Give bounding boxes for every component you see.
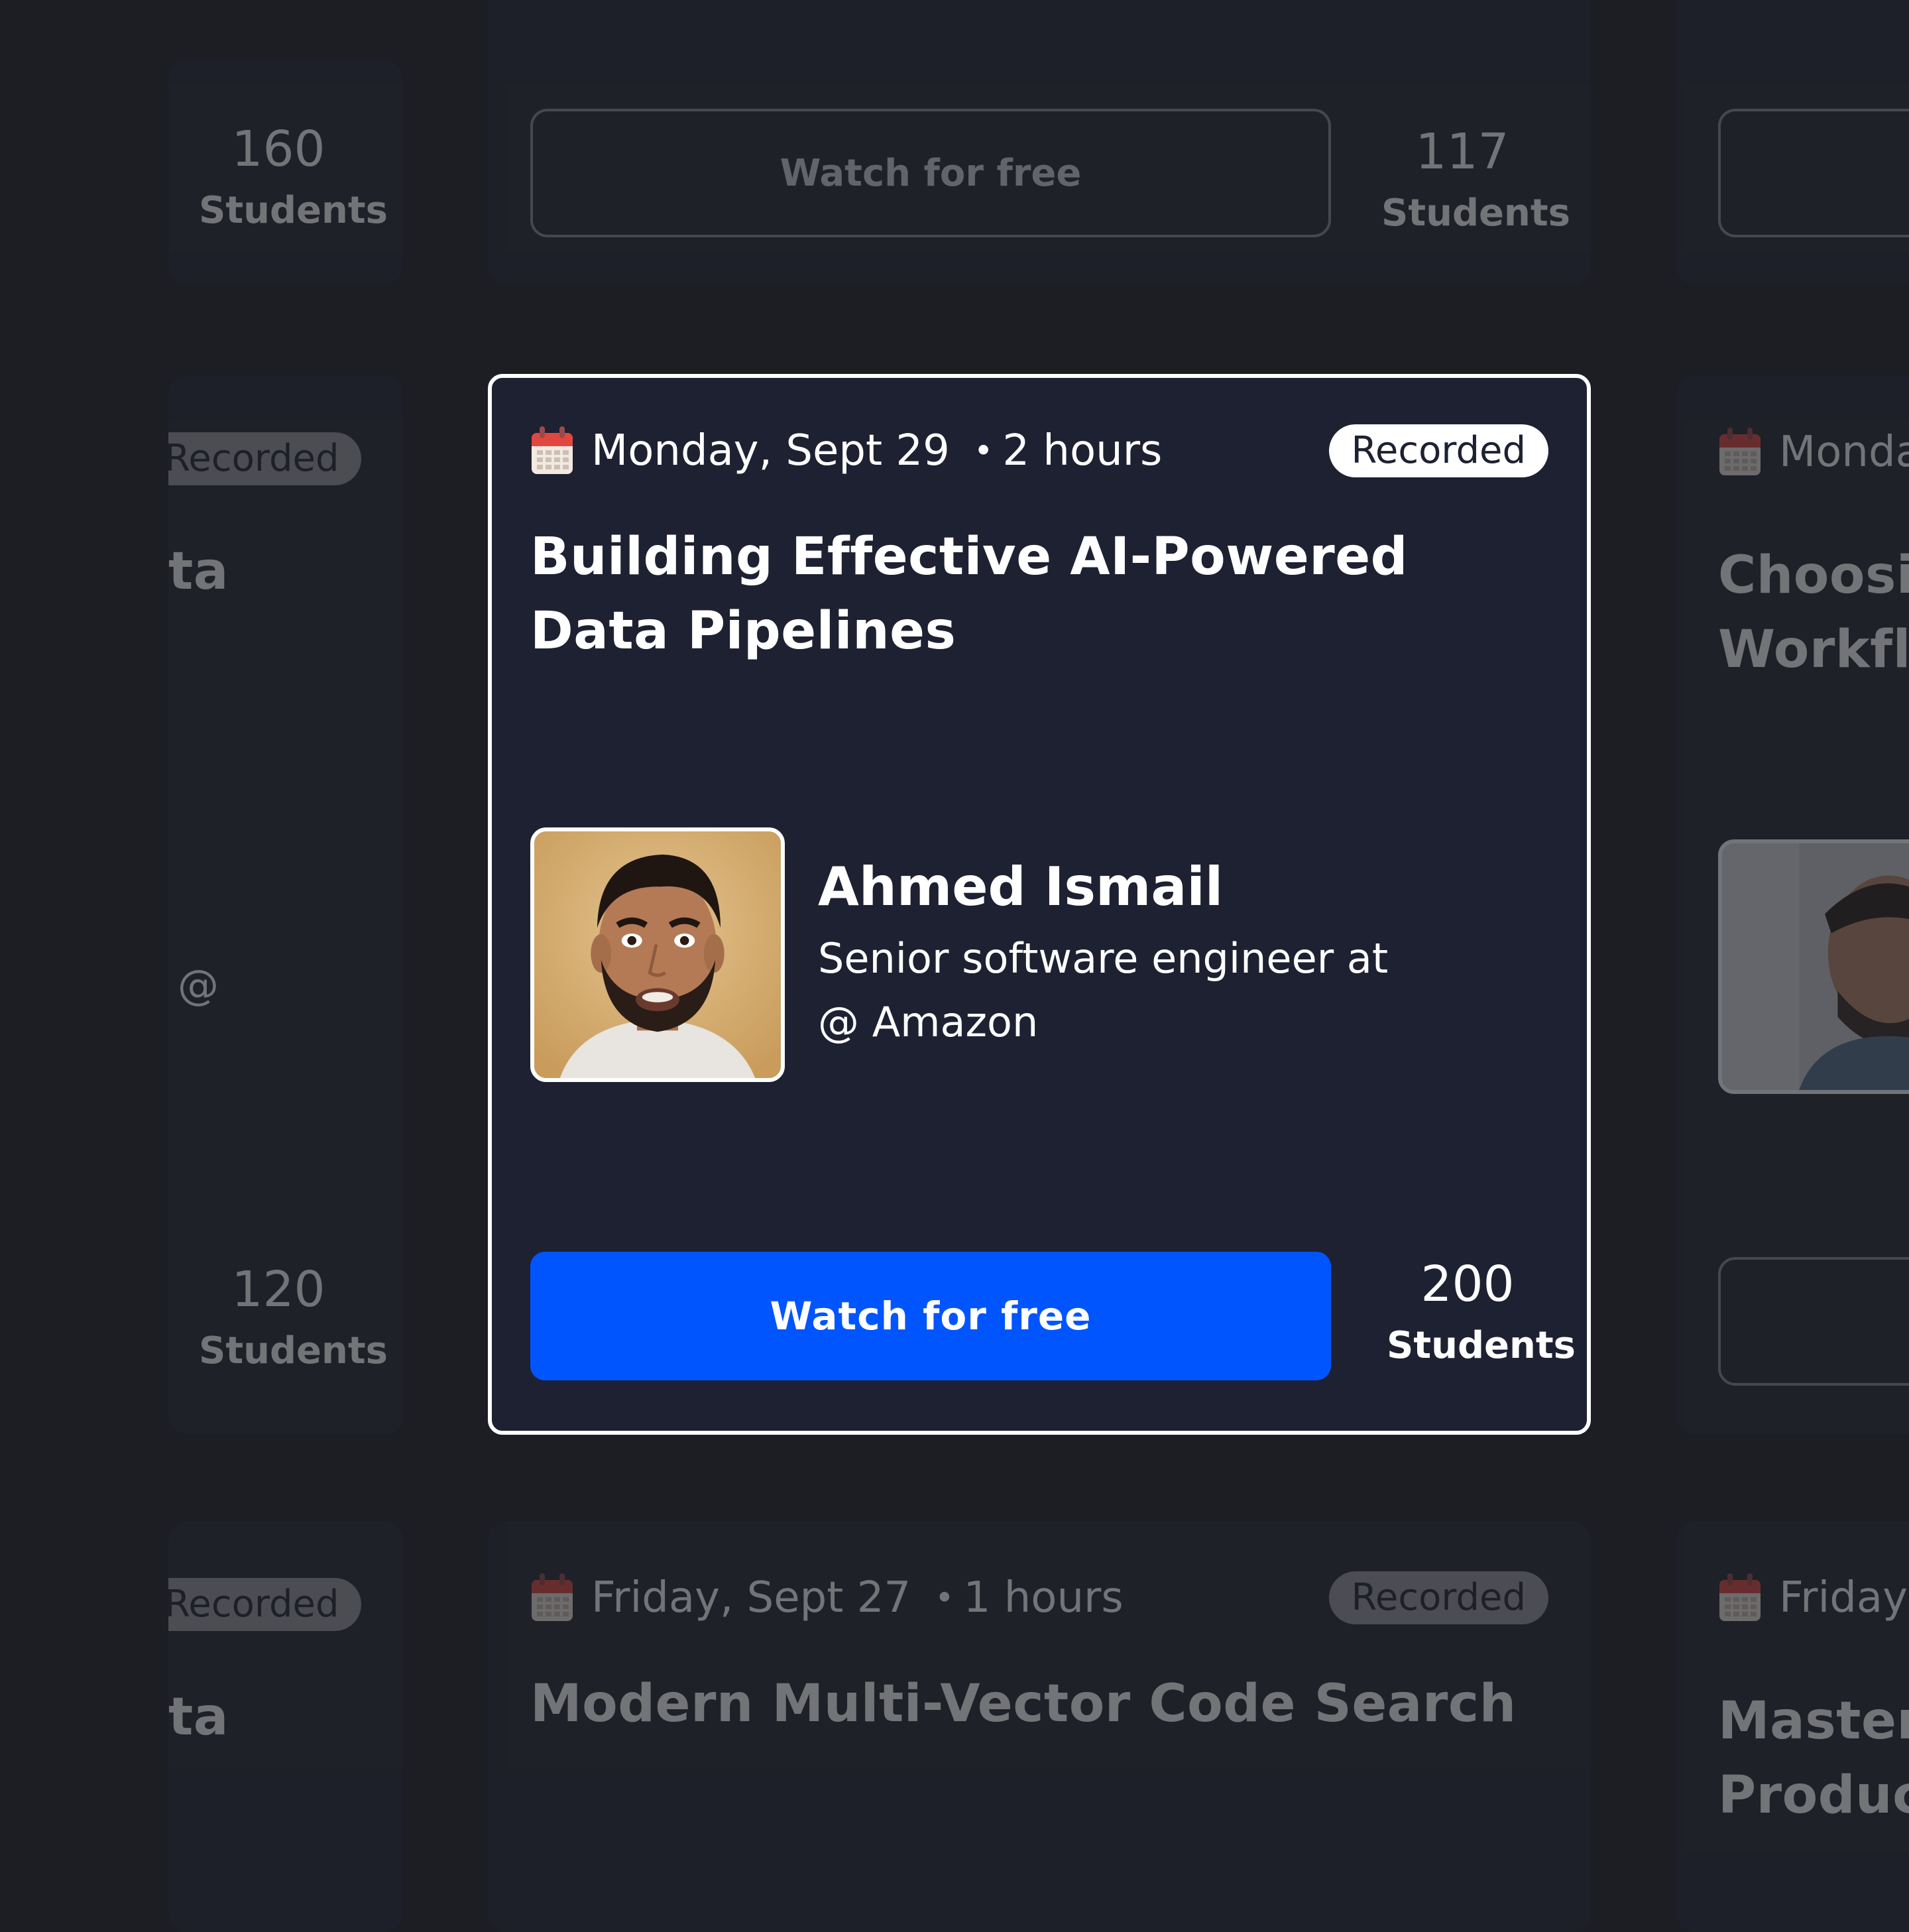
course-title: Modern Multi-Vector Code Search — [530, 1674, 1517, 1734]
session-date: Friday, Sept 27 — [591, 1573, 911, 1622]
students-label: Students — [1387, 1324, 1576, 1367]
calendar-icon — [1718, 428, 1762, 477]
course-title-line-1: Master — [1718, 1691, 1909, 1751]
students-count: 160 — [231, 121, 325, 178]
session-duration: 1 hours — [963, 1573, 1124, 1622]
course-title-line-2: Product — [1718, 1766, 1909, 1825]
speaker-block: Ahmed Ismail Senior software engineer at… — [530, 827, 1548, 1082]
course-title-fragment: ta — [168, 1687, 229, 1747]
course-card-bottom-center[interactable]: Friday, Sept 27 • 1 hours Recorded Moder… — [488, 1521, 1591, 1932]
course-card-top-center[interactable]: Watch for free 117 Students — [488, 0, 1591, 285]
speaker-avatar — [530, 827, 785, 1082]
session-meta: Friday, — [1718, 1569, 1909, 1627]
session-meta: Friday, Sept 27 • 1 hours Recorded — [530, 1569, 1548, 1627]
students-stat: 200 Students — [1387, 1254, 1576, 1378]
course-title-line-2: Workflo — [1718, 620, 1909, 680]
calendar-icon — [1718, 1573, 1762, 1622]
recorded-badge: Recorded — [168, 432, 362, 485]
speaker-role-fragment: @ — [178, 961, 219, 1009]
card-footer: Watch for free 200 Students — [530, 1252, 1576, 1380]
course-title: Choosin Workflo — [1718, 538, 1909, 687]
watch-for-free-button[interactable]: Watch for free — [530, 1252, 1331, 1380]
calendar-icon — [530, 1573, 574, 1622]
recorded-badge: Recorded — [168, 1578, 362, 1631]
students-stat: 120 Students — [199, 1260, 388, 1383]
course-card-bottom-right[interactable]: Friday, Master Product — [1676, 1521, 1909, 1932]
students-count: 200 — [1420, 1256, 1515, 1313]
course-title: Building Effective AI-Powered Data Pipel… — [530, 527, 1408, 661]
separator-dot: • — [935, 1579, 954, 1617]
speaker-role: Senior software engineer at @ Amazon — [818, 934, 1389, 1046]
session-meta: Monday, Sept 29 • 2 hours Recorded — [530, 422, 1548, 480]
course-title-line-1: Choosin — [1718, 546, 1909, 605]
session-date: Monday, Sept 29 — [591, 426, 950, 475]
students-label: Students — [1381, 192, 1571, 235]
speaker-name: Ahmed Ismail — [818, 856, 1224, 918]
recorded-badge: Recorded — [1328, 1571, 1548, 1624]
course-card-top-left[interactable]: 160 Students — [168, 60, 403, 285]
course-card-bottom-left[interactable]: Recorded ta — [168, 1521, 403, 1932]
calendar-icon — [530, 426, 574, 475]
speaker-info: Ahmed Ismail Senior software engineer at… — [818, 827, 1441, 1054]
session-meta: Monda — [1718, 423, 1909, 481]
course-title-fragment: ta — [168, 542, 229, 601]
session-date: Friday, — [1779, 1573, 1909, 1622]
watch-for-free-button[interactable]: Watch for free — [530, 109, 1331, 237]
students-stat: 160 Students — [199, 119, 388, 243]
speaker-avatar — [1718, 839, 1909, 1094]
course-card-featured[interactable]: Monday, Sept 29 • 2 hours Recorded Build… — [488, 374, 1591, 1435]
separator-dot: • — [973, 432, 994, 470]
students-label: Students — [199, 189, 388, 232]
students-count: 117 — [1415, 123, 1509, 180]
course-card-middle-right[interactable]: Monda Choosin Workflo — [1676, 375, 1909, 1435]
session-date: Monda — [1779, 428, 1909, 477]
course-card-top-right[interactable] — [1676, 0, 1909, 285]
watch-for-free-button[interactable] — [1718, 1257, 1909, 1386]
students-label: Students — [199, 1329, 388, 1372]
course-card-middle-left[interactable]: Recorded ta @ 120 Students — [168, 375, 403, 1435]
recorded-badge: Recorded — [1328, 424, 1548, 477]
session-duration: 2 hours — [1002, 426, 1163, 475]
watch-for-free-button[interactable] — [1718, 109, 1909, 237]
students-stat: 117 Students — [1381, 122, 1571, 245]
course-title: Master Product — [1718, 1684, 1909, 1833]
students-count: 120 — [231, 1261, 325, 1318]
